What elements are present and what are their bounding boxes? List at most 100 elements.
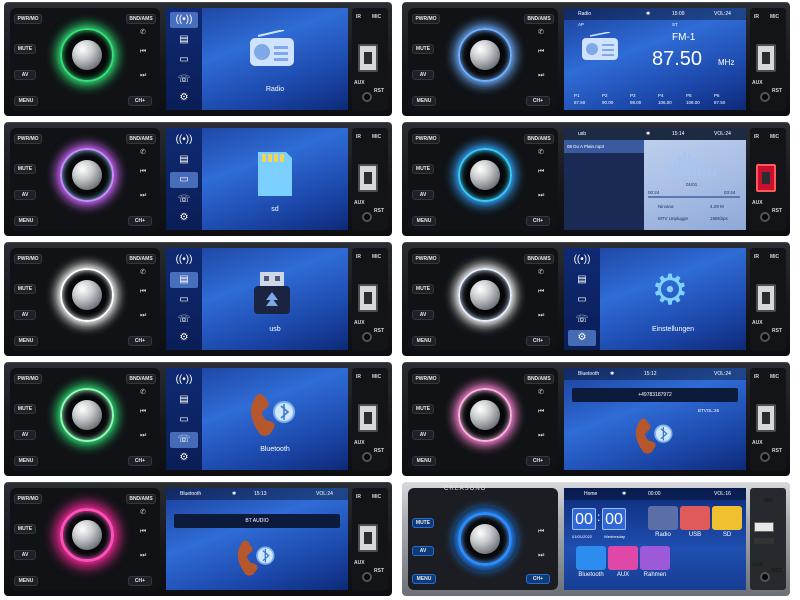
mute-button[interactable]: MUTE [14, 404, 36, 414]
phone-icon[interactable]: ✆ [140, 388, 146, 396]
pwr-mo-button[interactable]: PWR/MO [412, 14, 440, 24]
pwr-mo-button[interactable]: PWR/MO [412, 374, 440, 384]
gear-icon[interactable]: ⚙ [170, 210, 198, 226]
pwr-mo-button[interactable]: PWR/MO [14, 14, 42, 24]
volume-knob[interactable] [470, 524, 500, 554]
ch-plus-button[interactable]: CH+ [128, 336, 152, 346]
ch-plus-button[interactable]: CH+ [526, 336, 550, 346]
menu-button[interactable]: MENU [14, 576, 38, 586]
av-button[interactable]: AV [14, 430, 36, 440]
band-ams-button[interactable]: BND/AMS [126, 14, 156, 24]
band-ams-button[interactable]: BND/AMS [126, 494, 156, 504]
av-button[interactable]: AV [412, 190, 434, 200]
phone-icon[interactable]: ☏ [170, 192, 198, 208]
next-icon[interactable]: ⏭ [140, 552, 146, 560]
band-ams-button[interactable]: BND/AMS [524, 374, 554, 384]
aux-jack[interactable] [760, 572, 770, 582]
previous-icon[interactable]: ⏮ [538, 48, 544, 56]
sd-card-icon[interactable] [244, 150, 300, 196]
menu-button[interactable]: MENU [412, 96, 436, 106]
usb-port[interactable] [756, 284, 776, 312]
av-button[interactable]: AV [14, 190, 36, 200]
usb-port[interactable] [358, 404, 378, 432]
source-tile[interactable] [576, 546, 606, 570]
ch-plus-button[interactable]: CH+ [128, 456, 152, 466]
aux-jack[interactable] [362, 332, 372, 342]
usb-port[interactable] [358, 284, 378, 312]
band-ams-button[interactable]: BND/AMS [126, 254, 156, 264]
sd-card-icon[interactable]: ▤ [170, 152, 198, 168]
previous-icon[interactable]: ⏮ [538, 528, 544, 536]
phone-icon[interactable]: ✆ [140, 28, 146, 36]
menu-button[interactable]: MENU [412, 216, 436, 226]
usb-icon[interactable]: ▭ [568, 292, 596, 308]
volume-knob[interactable] [72, 400, 102, 430]
source-tile[interactable] [608, 546, 638, 570]
volume-knob-ring[interactable] [452, 382, 518, 448]
band-ams-button[interactable]: BND/AMS [524, 134, 554, 144]
previous-icon[interactable]: ⏮ [538, 408, 544, 416]
usb-icon[interactable]: ▭ [170, 292, 198, 308]
previous-icon[interactable]: ⏮ [140, 288, 146, 296]
mute-button[interactable]: MUTE [412, 44, 434, 54]
volume-knob-ring[interactable] [54, 262, 120, 328]
next-icon[interactable]: ⏭ [538, 192, 544, 200]
ch-plus-button[interactable]: CH+ [526, 96, 550, 106]
radio-wave-icon[interactable]: ((•)) [170, 372, 198, 388]
phone-icon[interactable]: ✆ [538, 28, 544, 36]
volume-knob-ring[interactable] [54, 142, 120, 208]
radio-wave-icon[interactable]: ((•)) [170, 132, 198, 148]
volume-knob[interactable] [470, 280, 500, 310]
phone-icon[interactable]: ☏ [170, 312, 198, 328]
aux-jack[interactable] [362, 212, 372, 222]
ch-plus-button[interactable]: CH+ [526, 456, 550, 466]
aux-jack[interactable] [362, 572, 372, 582]
aux-jack[interactable] [362, 452, 372, 462]
preset-item[interactable]: P4 106.00 [658, 92, 672, 106]
menu-button[interactable]: MENU [412, 574, 436, 584]
next-icon[interactable]: ⏭ [538, 312, 544, 320]
usb-port[interactable] [756, 404, 776, 432]
band-ams-button[interactable]: BND/AMS [524, 14, 554, 24]
pwr-mo-button[interactable]: PWR/MO [412, 254, 440, 264]
volume-knob[interactable] [470, 160, 500, 190]
mute-button[interactable]: MUTE [14, 284, 36, 294]
menu-button[interactable]: MENU [14, 456, 38, 466]
phone-icon[interactable]: ✆ [140, 148, 146, 156]
gear-icon[interactable]: ⚙ [170, 90, 198, 106]
volume-knob-ring[interactable] [452, 22, 518, 88]
aux-jack[interactable] [760, 332, 770, 342]
phone-number-display[interactable]: +49783187972 [572, 388, 738, 402]
phone-icon[interactable]: ✆ [538, 268, 544, 276]
av-button[interactable]: AV [412, 70, 434, 80]
gear-icon[interactable]: ⚙ [170, 330, 198, 346]
previous-icon[interactable]: ⏮ [140, 408, 146, 416]
pwr-mo-button[interactable]: PWR/MO [412, 134, 440, 144]
usb-icon[interactable]: ▭ [170, 172, 198, 188]
usb-icon[interactable]: ▭ [170, 52, 198, 68]
ch-plus-button[interactable]: CH+ [526, 216, 550, 226]
usb-icon[interactable]: ▭ [170, 412, 198, 428]
band-ams-button[interactable]: BND/AMS [126, 134, 156, 144]
preset-item[interactable]: P3 98.00 [630, 92, 641, 106]
mute-button[interactable]: MUTE [14, 44, 36, 54]
phone-icon[interactable]: ☏ [170, 432, 198, 448]
mute-button[interactable]: MUTE [412, 284, 434, 294]
av-button[interactable]: AV [412, 430, 434, 440]
volume-knob[interactable] [470, 40, 500, 70]
source-tile[interactable] [680, 506, 710, 530]
previous-icon[interactable]: ⏮ [538, 168, 544, 176]
aux-jack[interactable] [362, 92, 372, 102]
av-button[interactable]: AV [14, 70, 36, 80]
menu-button[interactable]: MENU [14, 216, 38, 226]
sd-card-icon[interactable]: ▤ [568, 272, 596, 288]
phone-icon[interactable]: ☏ [170, 72, 198, 88]
usb-stick-inserted[interactable] [756, 164, 776, 192]
preset-item[interactable]: P5 108.00 [686, 92, 700, 106]
band-ams-button[interactable]: BND/AMS [524, 254, 554, 264]
av-button[interactable]: AV [412, 546, 434, 556]
source-tile[interactable] [712, 506, 742, 530]
menu-button[interactable]: MENU [14, 336, 38, 346]
preset-item[interactable]: P1 87.50 [574, 92, 585, 106]
av-button[interactable]: AV [412, 310, 434, 320]
